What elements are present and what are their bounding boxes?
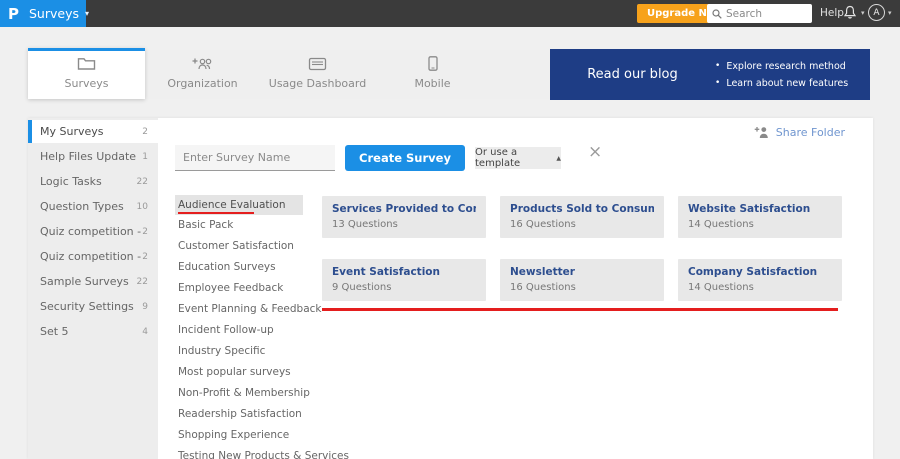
folders-sidebar: My Surveys 2 Help Files Update 1 Logic T… xyxy=(28,118,158,459)
banner-bullet-list: • Explore research method • Learn about … xyxy=(715,58,848,92)
folder-count-badge: 22 xyxy=(136,176,148,187)
share-folder-button[interactable]: Share Folder xyxy=(754,126,845,139)
template-card[interactable]: Company Satisfaction 14 Questions xyxy=(678,259,842,301)
template-category[interactable]: Testing New Products & Services xyxy=(175,446,349,459)
chevron-down-icon[interactable]: ▾ xyxy=(85,9,89,18)
search-box[interactable] xyxy=(707,4,812,23)
sidebar-item-logic-tasks[interactable]: Logic Tasks 22 xyxy=(28,170,158,193)
blog-banner[interactable]: Read our blog • Explore research method … xyxy=(550,49,870,100)
template-category[interactable]: Industry Specific xyxy=(175,341,303,362)
bullet-icon: • xyxy=(715,60,721,71)
template-category[interactable]: Employee Feedback xyxy=(175,278,303,299)
survey-name-input[interactable] xyxy=(175,145,335,171)
template-card[interactable]: Newsletter 16 Questions xyxy=(500,259,664,301)
search-icon xyxy=(712,8,722,19)
sidebar-item-quiz-competition-1[interactable]: Quiz competition - … 2 xyxy=(28,220,158,243)
help-link[interactable]: Help xyxy=(820,7,844,19)
add-people-icon xyxy=(192,58,211,70)
top-bar: P Surveys ▾ Upgrade Now Help ▾ A ▾ xyxy=(0,0,900,27)
sidebar-item-security-settings[interactable]: Security Settings 9 xyxy=(28,295,158,318)
share-folder-label: Share Folder xyxy=(775,126,845,139)
tab-mobile[interactable]: Mobile xyxy=(375,50,490,99)
template-category[interactable]: Event Planning & Feedback xyxy=(175,299,322,320)
tab-label: Mobile xyxy=(414,77,451,90)
annotation-underline xyxy=(178,212,254,214)
dashboard-icon xyxy=(308,57,327,71)
banner-bullet: • Explore research method xyxy=(715,58,848,75)
product-switcher-label[interactable]: Surveys xyxy=(29,6,79,21)
banner-bullet: • Learn about new features xyxy=(715,75,848,92)
sidebar-item-question-types[interactable]: Question Types 10 xyxy=(28,195,158,218)
template-category-selected[interactable]: Audience Evaluation xyxy=(175,195,303,215)
folder-count-badge: 2 xyxy=(142,251,148,262)
template-category[interactable]: Incident Follow-up xyxy=(175,320,303,341)
brand-logo[interactable]: P xyxy=(8,5,19,23)
sidebar-item-quiz-competition-2[interactable]: Quiz competition - … 2 xyxy=(28,245,158,268)
close-icon[interactable]: × xyxy=(588,144,602,161)
banner-title: Read our blog xyxy=(587,67,678,82)
template-category[interactable]: Shopping Experience xyxy=(175,425,303,446)
folder-count-badge: 4 xyxy=(142,326,148,337)
avatar[interactable]: A xyxy=(868,4,885,21)
tab-usage-dashboard[interactable]: Usage Dashboard xyxy=(260,50,375,99)
folder-count-badge: 2 xyxy=(142,126,148,137)
template-category[interactable]: Education Surveys xyxy=(175,257,303,278)
template-card-grid: Services Provided to Consumers 13 Questi… xyxy=(322,196,843,301)
folder-icon xyxy=(77,58,96,70)
search-input[interactable] xyxy=(726,7,806,20)
sidebar-item-set-5[interactable]: Set 5 4 xyxy=(28,320,158,343)
product-switcher[interactable]: P Surveys ▾ xyxy=(0,0,89,27)
account-chevron-icon[interactable]: ▾ xyxy=(888,9,892,17)
sidebar-item-help-files-update[interactable]: Help Files Update 1 xyxy=(28,145,158,168)
template-card[interactable]: Event Satisfaction 9 Questions xyxy=(322,259,486,301)
template-category[interactable]: Non-Profit & Membership xyxy=(175,383,310,404)
sidebar-item-my-surveys[interactable]: My Surveys 2 xyxy=(28,120,158,143)
app-window: P Surveys ▾ Upgrade Now Help ▾ A ▾ Su xyxy=(0,0,900,459)
sidebar-item-sample-surveys[interactable]: Sample Surveys 22 xyxy=(28,270,158,293)
template-category-list: Audience Evaluation Basic Pack Customer … xyxy=(175,195,349,459)
folder-count-badge: 1 xyxy=(142,151,148,162)
folder-count-badge: 22 xyxy=(136,276,148,287)
tab-label: Usage Dashboard xyxy=(268,77,367,90)
template-dropdown[interactable]: Or use a template ▲ xyxy=(475,147,561,169)
folder-count-badge: 10 xyxy=(136,201,148,212)
tab-label: Surveys xyxy=(64,77,109,90)
template-card[interactable]: Products Sold to Consumers 16 Questions xyxy=(500,196,664,238)
notifications-chevron-icon[interactable]: ▾ xyxy=(861,9,865,17)
add-person-icon xyxy=(754,127,768,138)
notifications-bell-icon[interactable] xyxy=(843,5,857,24)
tab-label: Organization xyxy=(167,77,238,90)
folder-count-badge: 2 xyxy=(142,226,148,237)
main-area: Share Folder Create Survey Or use a temp… xyxy=(158,118,873,459)
template-category[interactable]: Most popular surveys xyxy=(175,362,303,383)
template-card[interactable]: Services Provided to Consumers 13 Questi… xyxy=(322,196,486,238)
folder-count-badge: 9 xyxy=(142,301,148,312)
create-survey-button[interactable]: Create Survey xyxy=(345,145,465,171)
tab-organization[interactable]: Organization xyxy=(145,50,260,99)
template-category[interactable]: Readership Satisfaction xyxy=(175,404,303,425)
mobile-icon xyxy=(427,56,438,71)
annotation-line xyxy=(322,308,838,311)
tab-surveys[interactable]: Surveys xyxy=(28,48,145,99)
template-category[interactable]: Basic Pack xyxy=(175,215,303,236)
template-dropdown-label: Or use a template xyxy=(475,147,521,169)
bullet-icon: • xyxy=(715,77,721,88)
content-panel: My Surveys 2 Help Files Update 1 Logic T… xyxy=(28,118,873,459)
template-card[interactable]: Website Satisfaction 14 Questions xyxy=(678,196,842,238)
template-category[interactable]: Customer Satisfaction xyxy=(175,236,303,257)
chevron-up-icon: ▲ xyxy=(556,154,561,162)
